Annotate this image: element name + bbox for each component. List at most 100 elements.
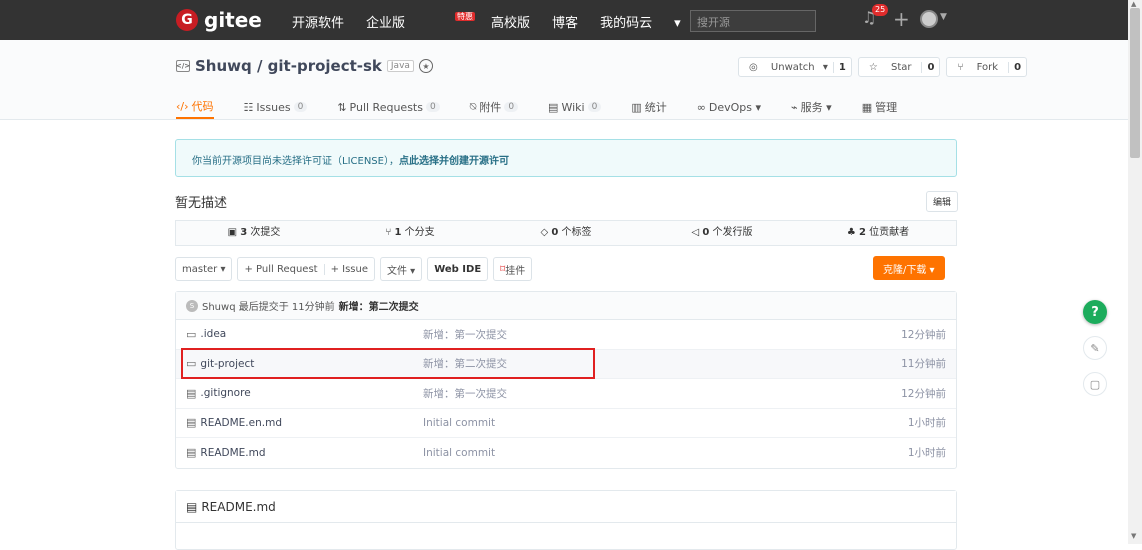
license-link[interactable]: 点此选择并创建开源许可 [399,156,509,167]
scrollbar-thumb[interactable] [1130,8,1140,158]
notification-count: 25 [872,4,889,16]
fork-icon: ⑂ [957,61,967,73]
edit-icon[interactable]: ✎ [1083,336,1107,360]
widget-button[interactable]: ⌑ 挂件 [493,257,533,281]
file-name-text: git-project [200,357,255,370]
nav-blog[interactable]: 博客 [552,12,578,31]
stat-commits[interactable]: ▣ 3 次提交 [176,221,332,245]
tab-wiki[interactable]: ▤ Wiki 0 [548,95,602,119]
file-name[interactable]: ▭ git-project [186,357,254,370]
avatar[interactable] [920,10,938,28]
commit-time: 11分钟前 [901,358,946,371]
repo-name-link[interactable]: Shuwq / git-project-sk [195,57,382,75]
pr-issue-group: + Pull Request + Issue [237,257,375,281]
eye-icon: ◎ [749,61,761,73]
tab-pull-requests[interactable]: ⇅ Pull Requests 0 [337,95,440,119]
nav-enterprise-label: 企业版 [366,16,406,31]
table-row[interactable]: ▤ README.md Initial commit 1小时前 [176,438,956,468]
new-pull-request-button[interactable]: + Pull Request [238,264,323,275]
readme-header: ▤ README.md [176,491,956,523]
commit-time: 12分钟前 [901,328,946,341]
commit-message[interactable]: 新增：第二次提交 [423,356,507,371]
fork-count: 0 [1008,61,1026,73]
code-icon: ‹/› [176,99,189,113]
stat-contributors[interactable]: ♣ 2 位贡献者 [800,221,956,245]
file-name-text: README.md [200,446,266,459]
file-menu-button[interactable]: 文件 ▾ [380,257,423,281]
star-icon: ☆ [868,61,881,73]
tab-stats[interactable]: ▥ 统计 [631,95,666,119]
tab-issues[interactable]: ☷ Issues 0 [244,95,308,119]
bell-icon[interactable]: ♫ 25 [862,4,889,27]
tab-label: 统计 [644,101,667,114]
tab-devops[interactable]: ∞ DevOps ▾ [697,95,761,119]
file-icon: ▤ [186,446,197,460]
tab-services[interactable]: ⌁ 服务 ▾ [791,95,832,119]
tab-label: 代码 [191,100,214,113]
file-list: S Shuwq 最后提交于 11分钟前 新增：第二次提交 ▭ .idea 新增：第… [175,291,957,469]
file-name[interactable]: ▤ README.md [186,446,266,459]
stat-branches[interactable]: ⑂ 1 个分支 [332,221,488,245]
pull-request-icon: ⇅ [337,100,347,114]
nav-my-gitee[interactable]: 我的码云 ▾ [600,12,703,31]
tab-attachments[interactable]: ⍉ 附件 0 [470,95,519,119]
stat-num: 0 [551,227,559,238]
file-name-text: .idea [200,328,227,341]
gitee-logo[interactable]: G gitee [176,8,262,32]
scrollbar[interactable]: ▲ ▼ [1128,0,1142,544]
stat-num: 1 [394,227,402,238]
commit-message[interactable]: 新增：第一次提交 [423,386,507,401]
commit-message[interactable]: Initial commit [423,447,495,459]
nav-open-source[interactable]: 开源软件 [292,12,344,31]
avatar[interactable]: S [186,299,198,312]
repo-stats: ▣ 3 次提交 ⑂ 1 个分支 ◇ 0 个标签 ◁ 0 个发行版 ♣ 2 位贡献… [175,220,957,246]
edit-button[interactable]: 编辑 [926,191,959,212]
chevron-down-icon[interactable]: ▼ [940,12,947,22]
file-name[interactable]: ▭ .idea [186,328,226,341]
plus-icon[interactable]: + [893,7,910,31]
table-row[interactable]: ▤ README.en.md Initial commit 1小时前 [176,409,956,438]
file-name[interactable]: ▤ README.en.md [186,416,282,429]
tab-code[interactable]: ‹/› 代码 [176,95,214,119]
commit-message[interactable]: Initial commit [423,417,495,429]
web-ide-button[interactable]: Web IDE [427,257,489,281]
commit-message[interactable]: 新增：第一次提交 [423,327,507,342]
stat-tags[interactable]: ◇ 0 个标签 [488,221,644,245]
star-button[interactable]: ☆ Star 0 [857,57,941,77]
file-name[interactable]: ▤ .gitignore [186,387,251,400]
last-commit-message[interactable]: 新增：第二次提交 [339,298,419,313]
scroll-up-icon[interactable]: ▲ [1131,0,1136,8]
award-icon[interactable]: ★ [418,59,433,73]
license-notice: 你当前开源项目尚未选择许可证（LICENSE），点此选择并创建开源许可 [175,139,957,177]
language-badge[interactable]: Java [386,60,414,72]
repo-tabs: ‹/› 代码 ☷ Issues 0 ⇅ Pull Requests 0 ⍉ 附件 0 ▤ Wik… [176,95,927,119]
repo-description: 暂无描述 [175,196,228,211]
fork-button[interactable]: ⑂ Fork 0 [946,57,1028,77]
repo-title: </> Shuwq / git-project-sk Java ★ [176,57,433,75]
search-input[interactable]: 搜开源 [690,10,816,32]
tag-icon: ◇ [540,227,552,238]
clone-download-button[interactable]: 克隆/下载 ▾ [873,256,945,280]
stat-releases[interactable]: ◁ 0 个发行版 [644,221,800,245]
chat-icon[interactable]: ▢ [1083,372,1107,396]
nav-university[interactable]: 高校版 [491,12,530,31]
scroll-down-icon[interactable]: ▼ [1131,532,1136,540]
fork-label: Fork [976,61,999,73]
tab-manage[interactable]: ▦ 管理 [862,95,897,119]
widget-label: 挂件 [505,265,526,277]
nav-enterprise[interactable]: 企业版 特惠 [366,12,476,31]
unwatch-label: Unwatch [770,61,815,73]
help-button[interactable]: ? [1083,300,1107,324]
unwatch-button[interactable]: ◎ Unwatch ▾ 1 [738,57,852,77]
table-row[interactable]: ▤ .gitignore 新增：第一次提交 12分钟前 [176,379,956,409]
readme-panel: ▤ README.md [175,490,957,550]
new-issue-button[interactable]: + Issue [323,263,374,275]
table-row[interactable]: ▭ git-project 新增：第二次提交 11分钟前 [176,349,956,379]
pulse-icon: ⌁ [791,100,798,114]
branch-select[interactable]: master ▾ [175,257,233,281]
file-icon: ▤ [186,386,197,400]
file-icon: ▤ [186,416,197,430]
wiki-icon: ▤ [548,100,559,114]
stat-label: 个发行版 [712,227,753,238]
table-row[interactable]: ▭ .idea 新增：第一次提交 12分钟前 [176,320,956,350]
